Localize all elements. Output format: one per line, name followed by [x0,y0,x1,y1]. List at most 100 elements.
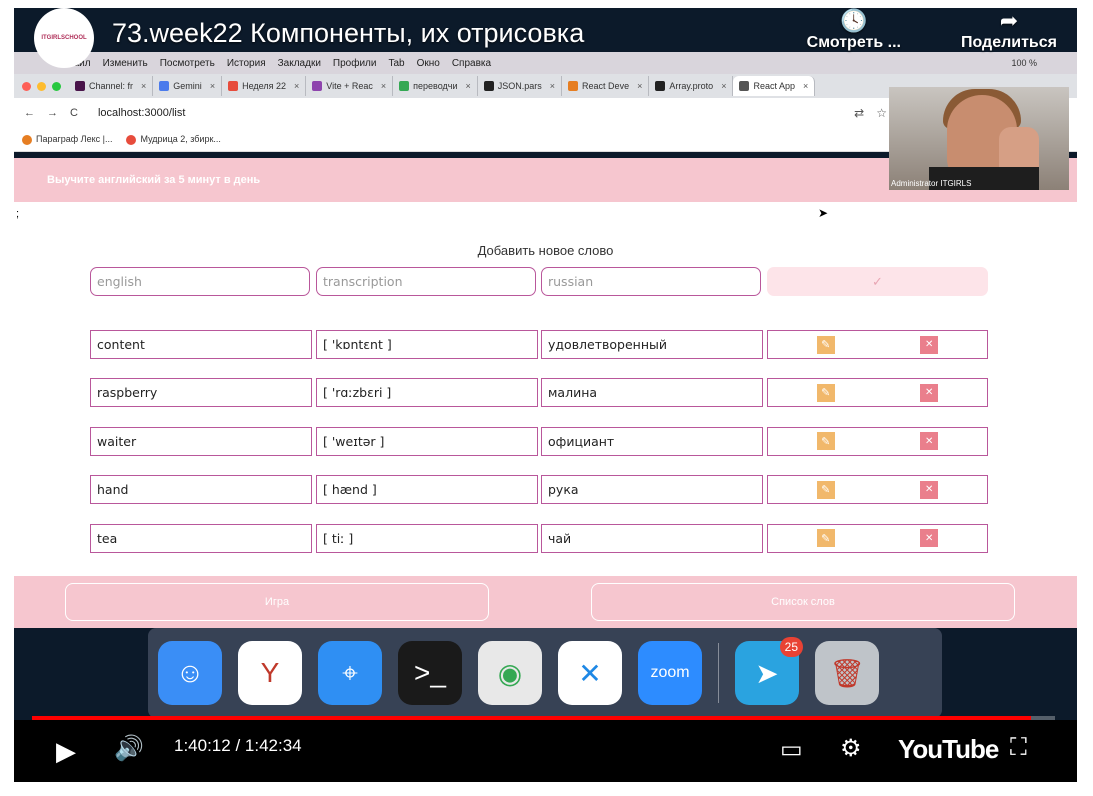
edit-pencil-icon[interactable]: ✎ [816,529,835,548]
tab-close-icon[interactable]: × [637,81,642,91]
notification-badge: 25 [779,637,803,657]
confirm-button[interactable]: ✓ [767,267,988,296]
safari-dock-icon[interactable]: ⌖ [318,641,382,705]
word-transcription-cell: [ 'weɪtər ] [316,426,538,456]
tab-close-icon[interactable]: × [803,81,808,91]
tab-favicon-icon [483,81,494,91]
word-russian-cell: официант [541,426,763,456]
tab-close-icon[interactable]: × [141,81,146,91]
tab-close-icon[interactable]: × [294,81,299,91]
delete-icon[interactable]: ✕ [920,383,939,402]
bookmark-star-icon[interactable]: ☆ [876,106,887,120]
volume-icon[interactable]: 🔊 [114,734,144,763]
word-english-cell: waiter [90,426,312,456]
english-input[interactable]: english [90,267,310,296]
youtube-logo[interactable]: YouTube [898,734,999,765]
browser-tab[interactable]: Vite + Reac × [306,76,394,96]
mac-menu-item[interactable]: Профили [333,58,377,69]
tab-close-icon[interactable]: × [550,81,555,91]
time-display: 1:40:12 / 1:42:34 [174,736,302,755]
transcription-input[interactable]: transcription [316,267,536,296]
tab-label: переводчи [413,81,458,91]
channel-logo[interactable]: ITGIRLSCHOOL [34,8,94,68]
share-arrow-icon: ➦ [999,8,1019,33]
delete-icon[interactable]: ✕ [920,432,939,451]
game-button[interactable]: Игра [65,583,489,621]
chrome-dock-icon[interactable]: ◉ [478,641,542,705]
terminal-dock-icon[interactable]: >_ [398,641,462,705]
edit-pencil-icon[interactable]: ✎ [816,383,835,402]
telegram-dock-icon[interactable]: ➤ 25 [735,637,803,705]
browser-tab[interactable]: Array.proto × [649,76,734,96]
trash-dock-icon[interactable]: 🗑 [815,641,879,705]
russian-input[interactable]: russian [541,267,761,296]
edit-pencil-icon[interactable]: ✎ [816,480,835,499]
delete-icon[interactable]: ✕ [920,480,939,499]
word-actions-cell: ✎ ✕ [767,378,988,408]
fullscreen-icon[interactable]: ⛶ [1010,734,1027,762]
delete-icon[interactable]: ✕ [920,529,939,548]
tab-label: Array.proto [669,81,714,91]
mac-menu-item[interactable]: Tab [388,58,404,69]
browser-tab[interactable]: Неделя 22 × [222,76,307,96]
dock-separator [718,643,719,703]
browser-tab[interactable]: переводчи × [393,76,478,96]
minimize-window-icon[interactable] [37,81,46,91]
tab-label: Vite + Reac [326,81,373,91]
zoom-dock-icon[interactable]: zoom [638,641,702,705]
tab-close-icon[interactable]: × [466,81,471,91]
word-transcription-cell: [ 'kɒntɛnt ] [316,330,538,359]
mac-menu-bar: ФайлИзменитьПосмотретьИсторияЗакладкиПро… [14,52,1077,74]
bookmark-item[interactable]: Мудрица 2, збирк... [126,134,221,145]
edit-pencil-icon[interactable]: ✎ [816,432,835,451]
bookmark-item[interactable]: Параграф Лекс |... [22,134,112,145]
forward-arrow-icon[interactable]: → [47,107,58,119]
browser-tab[interactable]: React Deve × [562,76,650,96]
finder-dock-icon[interactable]: ☺ [158,641,222,705]
clock-icon: 🕓 [840,8,868,33]
browser-tab[interactable]: Gemini × [153,76,223,96]
add-word-title: Добавить новое слово [477,243,614,258]
video-player[interactable]: ФайлИзменитьПосмотретьИсторияЗакладкиПро… [14,8,1077,782]
video-title[interactable]: 73.week22 Компоненты, их отрисовка [112,18,584,49]
play-icon[interactable]: ▶ [56,736,76,767]
word-russian-cell: чай [541,523,763,553]
tab-close-icon[interactable]: × [210,81,215,91]
mac-menu-item[interactable]: Закладки [278,58,321,69]
back-arrow-icon[interactable]: ← [24,107,35,119]
tab-label: JSON.pars [497,81,542,91]
settings-gear-icon[interactable]: ⚙ [840,734,862,763]
watch-later-button[interactable]: 🕓 Смотреть ... [807,8,901,52]
tab-favicon-icon [655,81,666,91]
mac-menu-item[interactable]: Справка [452,58,491,69]
browser-tab[interactable]: React App × [733,76,816,96]
mac-menu-item[interactable]: Изменить [103,58,148,69]
word-actions-cell: ✎ ✕ [767,330,988,359]
mac-menu-item[interactable]: Посмотреть [160,58,215,69]
mac-menu-item[interactable]: История [227,58,266,69]
yandex-dock-icon[interactable]: Y [238,641,302,705]
word-list-button[interactable]: Список слов [591,583,1015,621]
tab-favicon-icon [399,81,410,91]
mac-menu-item[interactable]: Окно [417,58,440,69]
edit-pencil-icon[interactable]: ✎ [816,335,835,354]
subtitles-icon[interactable]: ▭ [780,735,803,764]
url-field[interactable]: localhost:3000/list [98,107,185,119]
delete-icon[interactable]: ✕ [920,335,939,354]
reload-icon[interactable]: C [70,107,78,119]
tab-close-icon[interactable]: × [721,81,726,91]
word-actions-cell: ✎ ✕ [767,475,988,505]
browser-tab[interactable]: JSON.pars × [478,76,563,96]
tab-label: Неделя 22 [242,81,286,91]
close-window-icon[interactable] [22,81,31,91]
zoom-window-icon[interactable] [52,81,61,91]
tab-favicon-icon [75,81,85,91]
webcam-overlay: Administrator ITGIRLS [889,87,1069,190]
browser-tab[interactable]: Channel: fr × [69,76,154,96]
share-button[interactable]: ➦ Поделиться [961,8,1057,52]
tab-label: React Deve [582,81,630,91]
tab-close-icon[interactable]: × [381,81,386,91]
translate-icon[interactable]: ⇄ [854,106,864,120]
mouse-cursor-icon: ➤ [818,206,829,220]
vscode-dock-icon[interactable]: ✕ [558,641,622,705]
